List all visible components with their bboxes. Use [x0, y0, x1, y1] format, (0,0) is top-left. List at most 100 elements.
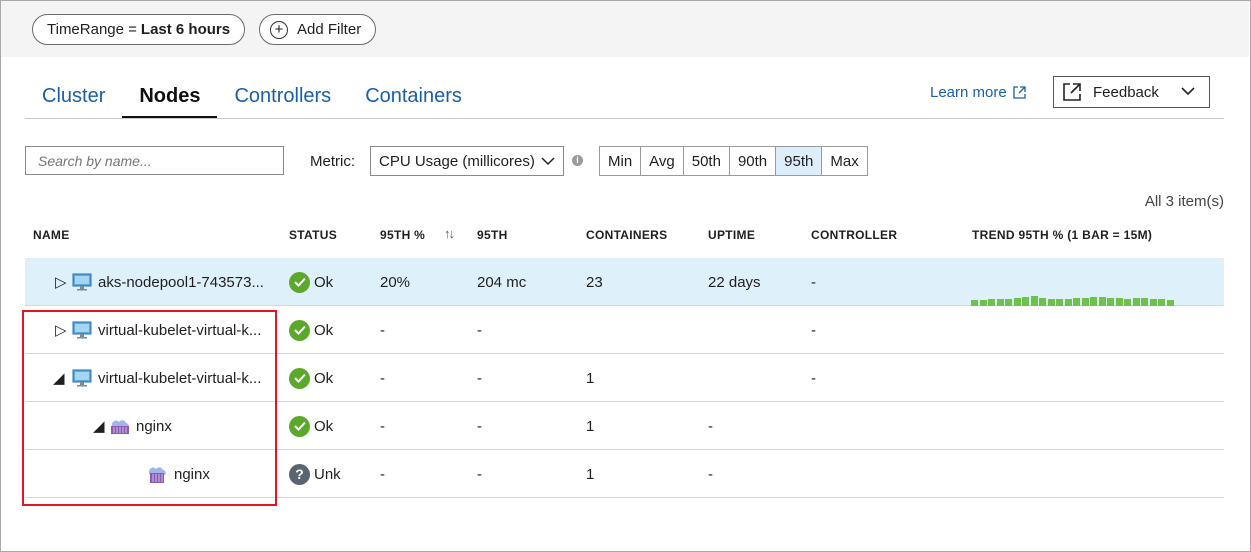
status-text: Ok — [314, 417, 334, 435]
question-icon: ? — [289, 463, 310, 485]
column-header-trend[interactable]: TREND 95TH % (1 BAR = 15M) — [972, 228, 1152, 242]
status-cell: Ok — [289, 258, 333, 306]
column-header-containers[interactable]: CONTAINERS — [586, 228, 667, 242]
trend-bar — [1064, 299, 1072, 306]
status-cell: Ok — [289, 402, 333, 450]
column-header-name[interactable]: NAME — [33, 228, 70, 242]
node-vm-icon — [72, 258, 92, 306]
uptime-cell: 22 days — [708, 273, 761, 291]
percentile-avg-button[interactable]: Avg — [641, 147, 684, 175]
trend-bar — [1098, 297, 1106, 306]
controller-cell: - — [811, 321, 816, 339]
trend-bar — [1056, 299, 1063, 306]
timerange-value: Last 6 hours — [140, 21, 231, 38]
column-header-uptime[interactable]: UPTIME — [708, 228, 755, 242]
trend-bar — [1132, 298, 1140, 306]
external-link-icon — [1013, 86, 1026, 99]
trend-bar — [1115, 298, 1123, 306]
search-input[interactable] — [25, 146, 284, 175]
status-text: Ok — [314, 369, 334, 387]
pct-cell: 20% — [380, 273, 411, 291]
chevron-down-icon — [541, 157, 555, 166]
trend-bar — [1047, 299, 1055, 306]
timerange-filter-pill[interactable]: TimeRange = Last 6 hours — [32, 14, 246, 45]
add-filter-label: Add Filter — [297, 21, 362, 38]
column-header-status[interactable]: STATUS — [289, 228, 337, 242]
table-row[interactable]: ▷ aks-nodepool1-743573... Ok 20% 204 mc … — [25, 258, 1224, 306]
metric-select[interactable]: CPU Usage (millicores) — [370, 146, 564, 176]
containers-cell: 1 — [586, 369, 595, 387]
checkmark-icon — [289, 319, 310, 341]
trend-bar — [1090, 297, 1097, 306]
trend-bar — [988, 299, 995, 306]
add-filter-button[interactable]: + Add Filter — [259, 14, 377, 45]
checkmark-icon — [289, 415, 310, 437]
status-text: Unk — [314, 465, 341, 483]
pct-cell: - — [380, 417, 385, 435]
feedback-external-icon — [1063, 83, 1081, 101]
trend-bar — [996, 299, 1004, 306]
tab-containers[interactable]: Containers — [348, 82, 479, 118]
learn-more-link[interactable]: Learn more — [930, 84, 1026, 101]
trend-bar — [1158, 299, 1165, 306]
tabs-divider — [25, 118, 1224, 119]
trend-bar — [1005, 299, 1012, 306]
metric-value: CPU Usage (millicores) — [379, 152, 535, 170]
percentile-95th-button[interactable]: 95th — [776, 147, 823, 175]
status-cell: Ok — [289, 354, 333, 402]
column-header-controller[interactable]: CONTROLLER — [811, 228, 897, 242]
tab-cluster[interactable]: Cluster — [25, 82, 122, 118]
percentile-max-button[interactable]: Max — [822, 147, 866, 175]
tab-nodes[interactable]: Nodes — [122, 82, 218, 118]
p95-cell: - — [477, 321, 482, 339]
trend-bar — [1107, 298, 1114, 306]
tab-controllers[interactable]: Controllers — [217, 82, 348, 118]
trend-bar — [1149, 299, 1157, 306]
percentile-50th-button[interactable]: 50th — [684, 147, 730, 175]
column-header-95th-percent[interactable]: 95TH % — [380, 228, 425, 242]
percentile-90th-button[interactable]: 90th — [730, 147, 777, 175]
trend-bar — [1013, 298, 1021, 306]
column-header-95th[interactable]: 95TH — [477, 228, 508, 242]
percentile-min-button[interactable]: Min — [600, 147, 642, 175]
trend-sparkline[interactable] — [971, 296, 1175, 306]
trend-bar — [1022, 297, 1029, 306]
trend-bar — [1124, 299, 1131, 306]
p95-cell: - — [477, 465, 482, 483]
containers-cell: 23 — [586, 273, 603, 291]
tab-bar: Cluster Nodes Controllers Containers — [25, 82, 479, 118]
filter-bar: TimeRange = Last 6 hours + Add Filter — [1, 1, 1249, 57]
trend-bar — [1073, 298, 1080, 306]
status-cell: Ok — [289, 306, 333, 354]
highlight-annotation-box — [22, 310, 277, 506]
pct-cell: - — [380, 369, 385, 387]
info-icon[interactable]: i — [572, 155, 583, 166]
item-count: All 3 item(s) — [1144, 193, 1224, 210]
plus-circle-icon: + — [270, 20, 288, 39]
controller-cell: - — [811, 273, 816, 291]
containers-cell: 1 — [586, 465, 595, 483]
learn-more-label: Learn more — [930, 84, 1007, 101]
row-expander[interactable]: ▷ — [55, 258, 67, 306]
sort-arrows-icon[interactable]: ↑↓ — [444, 226, 455, 241]
p95-cell: - — [477, 417, 482, 435]
timerange-key: TimeRange = — [47, 21, 137, 38]
node-name: aks-nodepool1-743573... — [98, 273, 264, 291]
feedback-label: Feedback — [1093, 83, 1159, 101]
status-text: Ok — [314, 321, 334, 339]
checkmark-icon — [289, 271, 310, 293]
containers-cell: 1 — [586, 417, 595, 435]
status-cell: ? Unk — [289, 450, 341, 498]
uptime-cell: - — [708, 465, 713, 483]
chevron-down-icon — [1181, 87, 1195, 96]
pct-cell: - — [380, 465, 385, 483]
percentile-selector: Min Avg 50th 90th 95th Max — [599, 146, 868, 176]
pct-cell: - — [380, 321, 385, 339]
metric-label: Metric: — [310, 153, 355, 170]
trend-bar — [1039, 298, 1046, 306]
feedback-dropdown[interactable]: Feedback — [1053, 76, 1210, 108]
status-text: Ok — [314, 273, 334, 291]
trend-bar — [1141, 298, 1148, 306]
uptime-cell: - — [708, 417, 713, 435]
p95-cell: 204 mc — [477, 273, 527, 291]
